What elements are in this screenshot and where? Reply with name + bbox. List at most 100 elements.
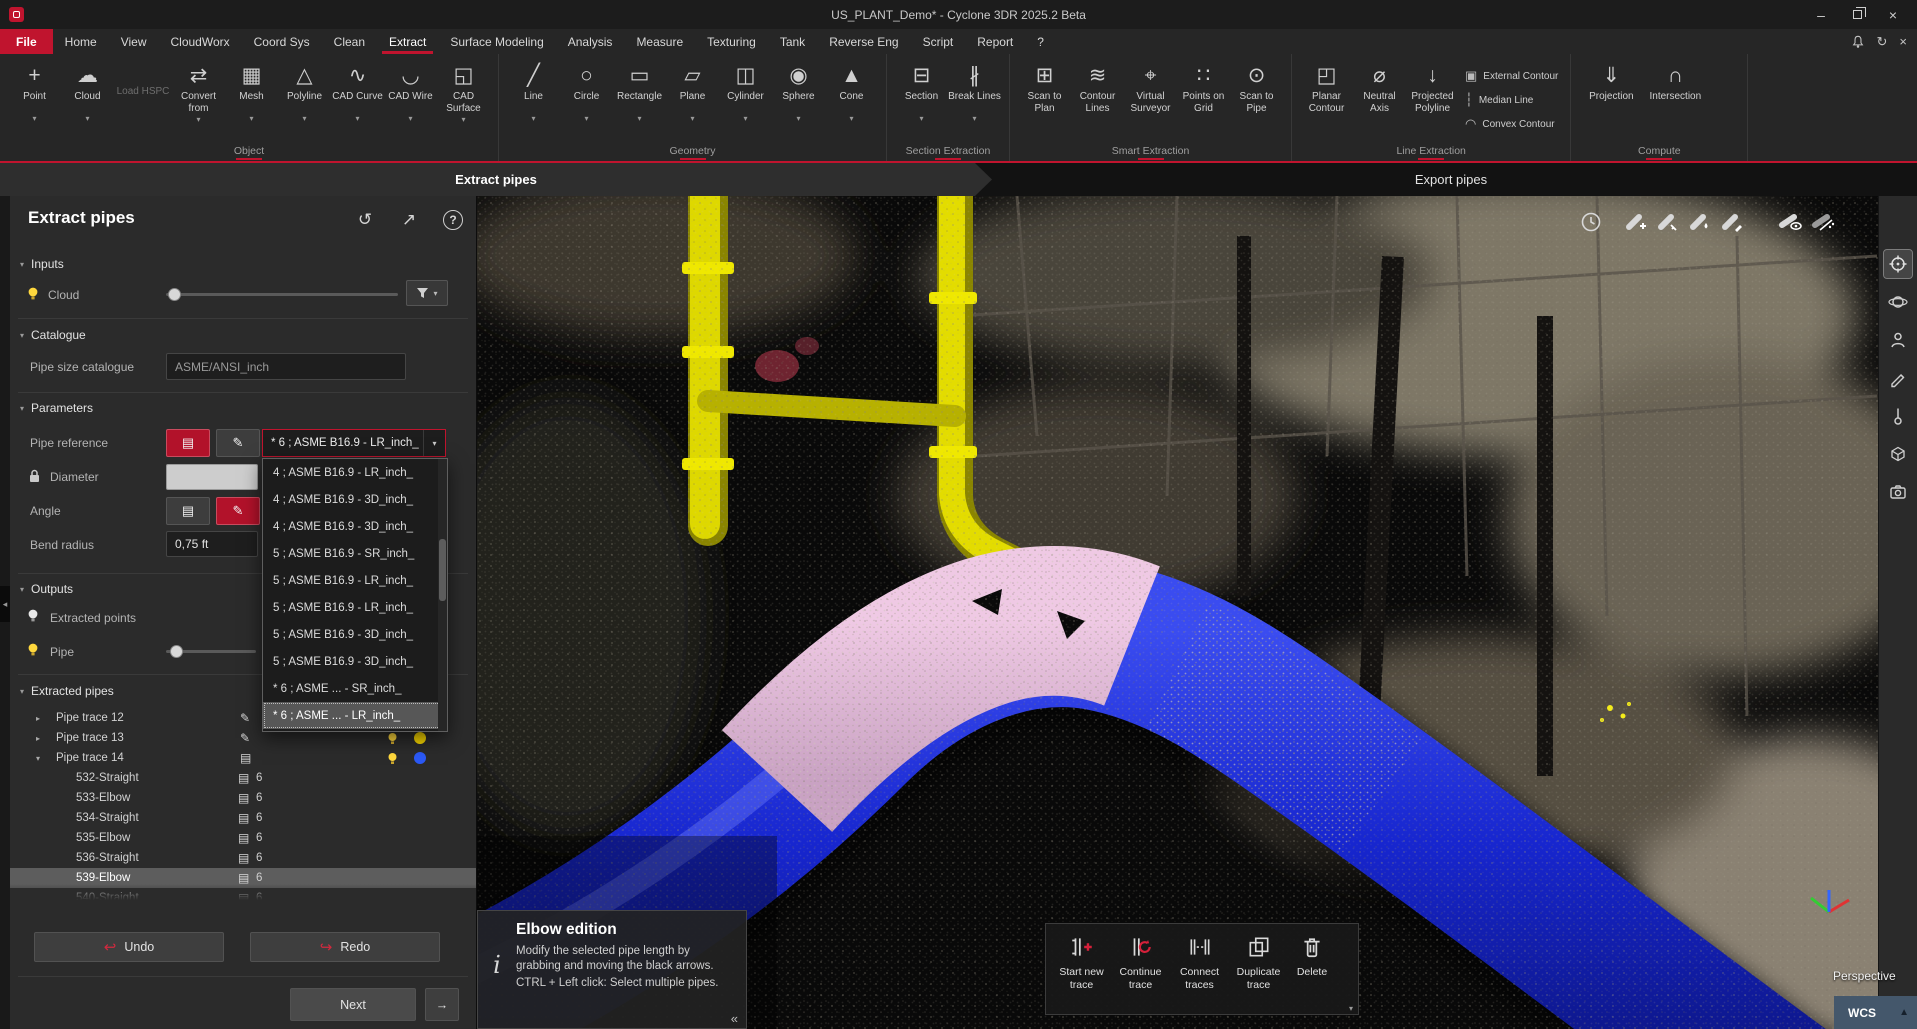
cube-view-button[interactable] [1884,440,1912,468]
continue-trace-button[interactable]: Continue trace [1111,934,1170,991]
pipe-measure-icon[interactable] [1654,208,1681,235]
pipe-slider-knob[interactable] [170,645,183,658]
close-button[interactable]: × [1875,0,1911,29]
menu-extract[interactable]: Extract [377,29,438,54]
show-pipes-icon[interactable] [1777,208,1804,235]
start-new-trace-button[interactable]: Start new trace [1052,934,1111,991]
markup-pen-button[interactable] [1884,364,1912,392]
clock-icon[interactable] [1577,208,1604,235]
ribbon-virtual-surveyor-button[interactable]: ⌖ Virtual Surveyor [1124,58,1177,114]
pipe-size-catalogue-input[interactable]: ASME/ANSI_inch [166,353,406,380]
duplicate-trace-button[interactable]: Duplicate trace [1229,934,1288,991]
section-extracted-pipes[interactable]: ▾ Extracted pipes [20,684,114,698]
dropdown-option[interactable]: 4 ; ASME B16.9 - LR_inch_ [263,459,447,486]
bulb-icon[interactable] [26,642,40,657]
ribbon-neutral-axis-button[interactable]: ⌀ Neutral Axis [1353,58,1406,114]
dropdown-option[interactable]: 5 ; ASME B16.9 - LR_inch_ [263,567,447,594]
pipe-extract-icon[interactable] [1622,208,1649,235]
bulb-icon[interactable] [26,286,40,301]
titlebar[interactable]: US_PLANT_Demo* - Cyclone 3DR 2025.2 Beta… [0,0,1917,29]
section-inputs[interactable]: ▾ Inputs [20,257,64,271]
menu-help[interactable]: ? [1025,29,1056,54]
section-catalogue[interactable]: ▾ Catalogue [20,328,86,342]
ribbon-break-lines-button[interactable]: ∦ Break Lines ▾ [948,58,1001,123]
cloud-slider-knob[interactable] [168,288,181,301]
restore-button[interactable] [1839,0,1875,29]
point-cloud-scene[interactable] [477,196,1878,1029]
angle-catalogue-button[interactable]: ▤ [166,497,210,525]
dropdown-option-selected[interactable]: * 6 ; ASME ... - LR_inch_ [263,702,447,729]
ribbon-intersection-button[interactable]: ∩ Intersection [1643,58,1707,113]
chevron-expanded-icon[interactable]: ▾ [36,754,40,763]
notifications-bell-icon[interactable] [1851,35,1865,49]
pipe-reference-edit-button[interactable]: ✎ [216,429,260,457]
next-button[interactable]: Next [290,988,416,1021]
export-results-button[interactable]: ↗ [395,206,423,234]
menu-surface-modeling[interactable]: Surface Modeling [438,29,555,54]
ribbon-cad-wire-button[interactable]: ◡ CAD Wire ▾ [384,58,437,123]
menu-texturing[interactable]: Texturing [695,29,768,54]
ribbon-projected-polyline-button[interactable]: ↓ Projected Polyline [1406,58,1459,114]
redo-button[interactable]: ↪ Redo [250,932,440,962]
ribbon-polyline-button[interactable]: △ Polyline ▾ [278,58,331,123]
ribbon-scan-to-pipe-button[interactable]: ⊙ Scan to Pipe [1230,58,1283,114]
trace-color-swatch[interactable] [414,732,426,744]
delete-trace-button[interactable]: Delete [1288,934,1336,979]
sync-icon[interactable]: ↻ [1877,34,1888,50]
trace-color-swatch[interactable] [414,752,426,764]
menu-cloudworx[interactable]: CloudWorx [158,29,241,54]
ribbon-projection-button[interactable]: ⇓ Projection [1579,58,1643,113]
ribbon-cone-button[interactable]: ▲ Cone ▾ [825,58,878,123]
wcs-selector[interactable]: WCS ▲ [1834,996,1917,1029]
ribbon-convex-contour-button[interactable]: ◠ Convex Contour [1465,116,1558,132]
show-cloud-icon[interactable] [1810,208,1837,235]
ribbon-external-contour-button[interactable]: ▣ External Contour [1465,68,1558,84]
ribbon-points-on-grid-button[interactable]: ∷ Points on Grid [1177,58,1230,114]
dropdown-option[interactable]: 4 ; ASME B16.9 - 3D_inch_ [263,513,447,540]
ribbon-line-button[interactable]: ╱ Line ▾ [507,58,560,123]
tree-row-535-elbow[interactable]: 535-Elbow ▤ 6 [10,828,476,848]
cloud-opacity-slider[interactable] [166,293,398,296]
tab-export-pipes[interactable]: Export pipes [1371,163,1531,196]
menu-coord-sys[interactable]: Coord Sys [242,29,322,54]
bulb-icon[interactable] [386,732,399,745]
menu-measure[interactable]: Measure [624,29,695,54]
menu-view[interactable]: View [109,29,159,54]
ribbon-convert-from-button[interactable]: ⇄ Convert from ▾ [172,58,225,124]
reset-button[interactable]: ↺ [351,206,379,234]
chevron-right-icon[interactable]: ▸ [36,734,40,743]
diameter-input[interactable] [166,464,258,490]
menu-analysis[interactable]: Analysis [556,29,625,54]
ribbon-cylinder-button[interactable]: ◫ Cylinder ▾ [719,58,772,123]
ribbon-planar-contour-button[interactable]: ◰ Planar Contour [1300,58,1353,114]
pencil-icon[interactable]: ✎ [240,711,250,725]
projection-mode-label[interactable]: Perspective [1833,969,1896,983]
dropdown-scrollbar[interactable] [438,459,447,731]
pipe-reference-catalogue-button[interactable]: ▤ [166,429,210,457]
menu-clean[interactable]: Clean [322,29,377,54]
connect-traces-button[interactable]: Connect traces [1170,934,1229,991]
pipe-paint-icon[interactable] [1686,208,1713,235]
ribbon-contour-lines-button[interactable]: ≋ Contour Lines [1071,58,1124,114]
menu-home[interactable]: Home [53,29,109,54]
ribbon-cad-surface-button[interactable]: ◱ CAD Surface ▾ [437,58,490,124]
tree-row-532-straight[interactable]: 532-Straight ▤ 6 [10,768,476,788]
level-tool-button[interactable] [1884,402,1912,430]
menu-report[interactable]: Report [965,29,1025,54]
bulb-icon[interactable] [386,752,399,765]
dropdown-option[interactable]: 5 ; ASME B16.9 - 3D_inch_ [263,648,447,675]
chevron-right-icon[interactable]: ▸ [36,714,40,723]
ribbon-median-line-button[interactable]: ┆ Median Line [1465,92,1558,108]
dropdown-option[interactable]: 5 ; ASME B16.9 - SR_inch_ [263,540,447,567]
tooltip-collapse-button[interactable]: « [731,1011,738,1026]
bend-radius-input[interactable]: 0,75 ft [166,531,258,557]
undo-button[interactable]: ↩ Undo [34,932,224,962]
ribbon-circle-button[interactable]: ○ Circle ▾ [560,58,613,123]
ribbon-cad-curve-button[interactable]: ∿ CAD Curve ▾ [331,58,384,123]
tree-row-534-straight[interactable]: 534-Straight ▤ 6 [10,808,476,828]
dropdown-option[interactable]: 5 ; ASME B16.9 - LR_inch_ [263,594,447,621]
pencil-icon[interactable]: ✎ [240,731,250,745]
rotation-center-button[interactable] [1884,250,1912,278]
apply-and-exit-button[interactable]: → [425,988,459,1021]
panel-collapse-handle[interactable]: ◂ [0,586,10,622]
